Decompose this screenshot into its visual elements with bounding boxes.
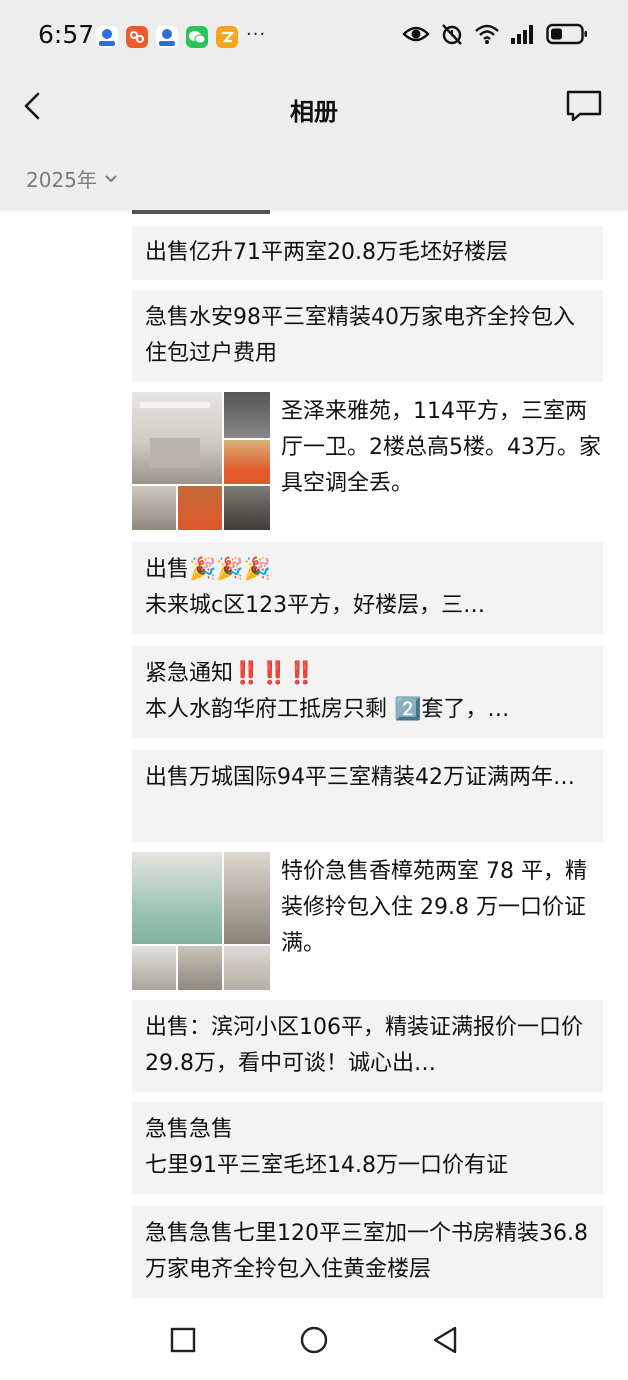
post-image[interactable]	[132, 392, 222, 484]
post-image[interactable]	[224, 486, 270, 530]
signal-icon	[511, 25, 533, 44]
post-text: 急售急售七里120平三室加一个书房精装36.8万家电齐全拎包入住黄金楼层	[145, 1221, 588, 1282]
post-card-with-images[interactable]: 特价急售香樟苑两室 78 平，精装修拎包入住 29.8 万一口价证满。	[132, 852, 603, 992]
post-image[interactable]	[178, 946, 222, 990]
post-text: 特价急售香樟苑两室 78 平，精装修拎包入住 29.8 万一口价证满。	[281, 859, 587, 956]
post-text: 急售水安98平三室精装40万家电齐全拎包入住包过户费用	[145, 305, 575, 366]
post-image[interactable]	[224, 440, 270, 484]
post-image-grid[interactable]	[132, 392, 270, 530]
app-icon-orange	[126, 26, 148, 48]
alarm-icon	[442, 24, 462, 45]
post-text-line2: 七里91平三室毛坯14.8万一口价有证	[145, 1153, 508, 1178]
notification-icons	[96, 26, 238, 48]
post-image[interactable]	[224, 852, 270, 944]
circle-home-icon	[300, 1326, 328, 1354]
post-image[interactable]	[224, 946, 270, 990]
partial-image-top	[132, 210, 270, 214]
year-filter-bar: 2025年	[0, 142, 628, 210]
more-notifications-indicator: ···	[246, 24, 267, 45]
post-image-grid[interactable]	[132, 852, 270, 990]
post-card-with-images[interactable]: 圣泽来雅苑，114平方，三室两厅一卫。2楼总高5楼。43万。家具空调全丢。	[132, 392, 603, 532]
message-button[interactable]	[564, 88, 604, 124]
year-filter-dropdown[interactable]: 2025年	[26, 164, 119, 193]
wifi-icon	[475, 24, 499, 44]
wechat-icon	[186, 26, 208, 48]
post-text: 出售万城国际94平三室精装42万证满两年…	[145, 765, 575, 790]
message-bubble-icon	[566, 90, 602, 122]
post-image[interactable]	[132, 486, 176, 530]
post-image[interactable]	[132, 852, 222, 944]
post-card[interactable]: 急售急售七里120平三室加一个书房精装36.8万家电齐全拎包入住黄金楼层	[132, 1206, 603, 1298]
battery-icon	[546, 23, 587, 45]
page-title: 相册	[290, 98, 338, 126]
post-card[interactable]: 出售万城国际94平三室精装42万证满两年…	[132, 750, 603, 842]
triangle-back-icon	[433, 1326, 457, 1354]
year-filter-label: 2025年	[26, 168, 97, 192]
post-card[interactable]: 急售水安98平三室精装40万家电齐全拎包入住包过户费用	[132, 290, 603, 382]
status-bar: 6:57 ···	[0, 0, 628, 72]
post-text-line2: 未来城c区123平方，好楼层，三…	[145, 593, 486, 618]
system-icons	[402, 22, 588, 46]
top-navigation-bar: 相册	[0, 72, 628, 142]
post-text: 圣泽来雅苑，114平方，三室两厅一卫。2楼总高5楼。43万。家具空调全丢。	[281, 399, 601, 496]
system-back-button[interactable]	[425, 1320, 465, 1360]
app-icon-blue	[96, 26, 118, 48]
post-text-line1: 急售急售	[145, 1117, 234, 1142]
post-text: 出售亿升71平两室20.8万毛坯好楼层	[145, 240, 508, 265]
eye-icon	[402, 26, 430, 42]
post-image[interactable]	[224, 392, 270, 438]
album-feed[interactable]: 出售亿升71平两室20.8万毛坯好楼层 急售水安98平三室精装40万家电齐全拎包…	[0, 210, 628, 1300]
app-icon-blue	[156, 26, 178, 48]
status-time: 6:57	[38, 20, 95, 49]
system-navigation-bar	[0, 1300, 628, 1380]
recent-apps-button[interactable]	[163, 1320, 203, 1360]
home-button[interactable]	[294, 1320, 334, 1360]
post-card[interactable]: 出售🎉🎉🎉 未来城c区123平方，好楼层，三…	[132, 542, 603, 634]
square-recent-icon	[170, 1327, 196, 1353]
post-image[interactable]	[132, 946, 176, 990]
post-text-line1: 紧急通知‼️‼️‼️	[145, 661, 316, 686]
app-icon-yellow	[216, 26, 238, 48]
post-text-line2: 本人水韵华府工抵房只剩 2️⃣套了，…	[145, 697, 510, 722]
post-text-line1: 出售🎉🎉🎉	[145, 557, 272, 582]
post-card[interactable]: 紧急通知‼️‼️‼️ 本人水韵华府工抵房只剩 2️⃣套了，…	[132, 646, 603, 738]
post-image[interactable]	[178, 486, 222, 530]
post-card[interactable]: 出售：滨河小区106平，精装证满报价一口价29.8万，看中可谈！诚心出…	[132, 1000, 603, 1092]
post-text: 出售：滨河小区106平，精装证满报价一口价29.8万，看中可谈！诚心出…	[145, 1015, 583, 1076]
chevron-down-icon	[105, 174, 117, 182]
post-card[interactable]: 出售亿升71平两室20.8万毛坯好楼层	[132, 226, 603, 280]
post-card[interactable]: 急售急售 七里91平三室毛坯14.8万一口价有证	[132, 1102, 603, 1194]
